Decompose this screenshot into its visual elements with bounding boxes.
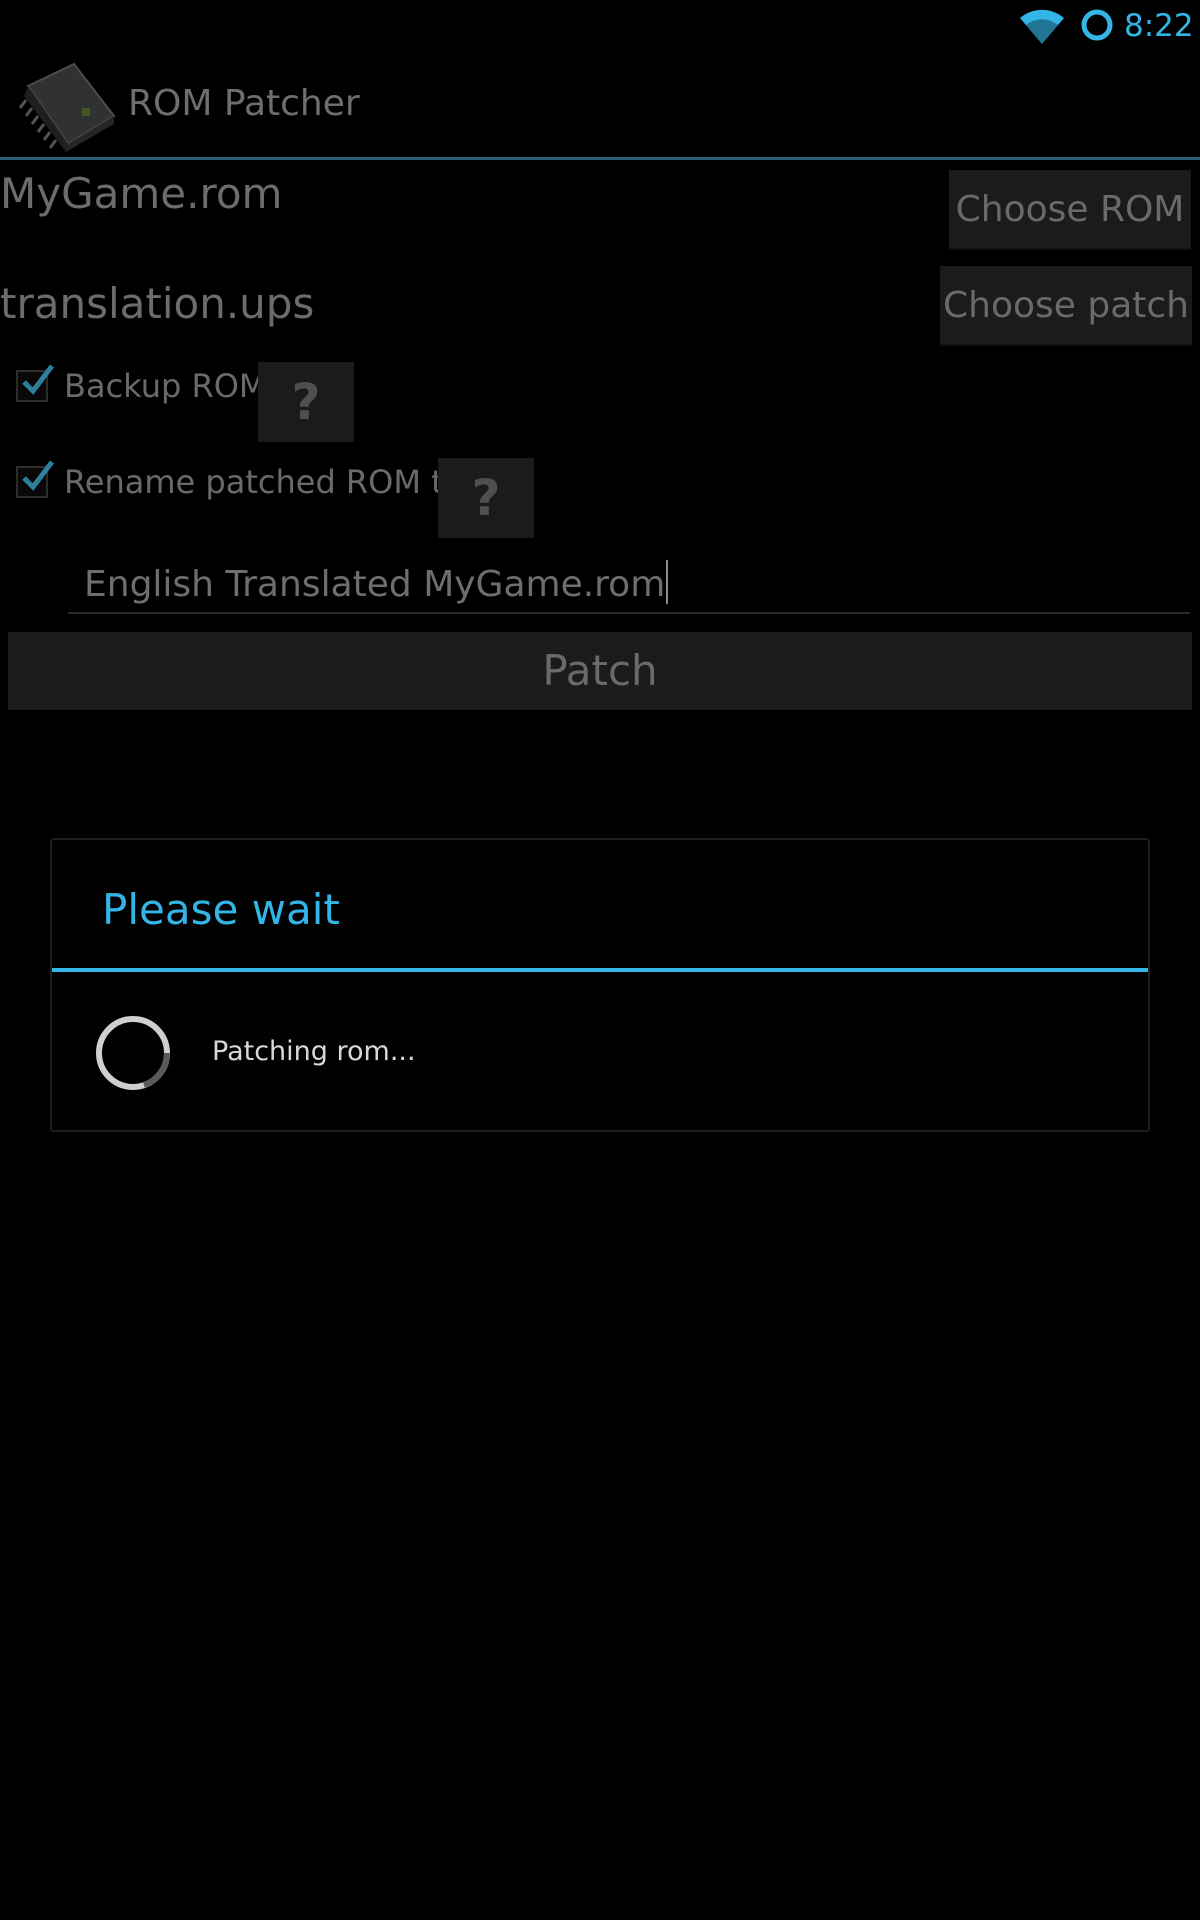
dialog-divider (52, 968, 1148, 972)
rom-file-name: MyGame.rom (0, 169, 283, 218)
progress-dialog: Please wait Patching rom... (50, 838, 1150, 1132)
backup-help-button[interactable]: ? (258, 362, 354, 442)
backup-rom-label: Backup ROM (64, 367, 267, 405)
wifi-icon (1020, 9, 1064, 45)
text-cursor (666, 560, 669, 604)
dialog-message: Patching rom... (212, 1036, 416, 1067)
rename-input-value: English Translated MyGame.rom (84, 564, 666, 605)
dialog-title: Please wait (102, 885, 340, 934)
rename-help-button[interactable]: ? (438, 458, 534, 538)
action-bar: ROM Patcher (0, 50, 1200, 160)
sync-icon (1081, 9, 1113, 41)
clock: 8:22 (1124, 8, 1194, 44)
loading-spinner-icon (96, 1016, 170, 1090)
app-title: ROM Patcher (128, 83, 360, 124)
patch-button[interactable]: Patch (8, 632, 1192, 710)
patch-file-name: translation.ups (0, 279, 315, 328)
rename-rom-label: Rename patched ROM to: (64, 463, 475, 501)
rename-rom-checkbox[interactable] (16, 460, 54, 498)
checkmark-icon (22, 364, 54, 395)
rename-input[interactable]: English Translated MyGame.rom (68, 556, 1190, 614)
chip-app-icon[interactable] (18, 56, 122, 154)
status-bar: 8:22 (0, 0, 1200, 50)
backup-rom-checkbox[interactable] (16, 364, 54, 402)
choose-patch-button[interactable]: Choose patch (940, 266, 1192, 346)
checkmark-icon (22, 460, 54, 491)
choose-rom-button[interactable]: Choose ROM (949, 170, 1191, 250)
